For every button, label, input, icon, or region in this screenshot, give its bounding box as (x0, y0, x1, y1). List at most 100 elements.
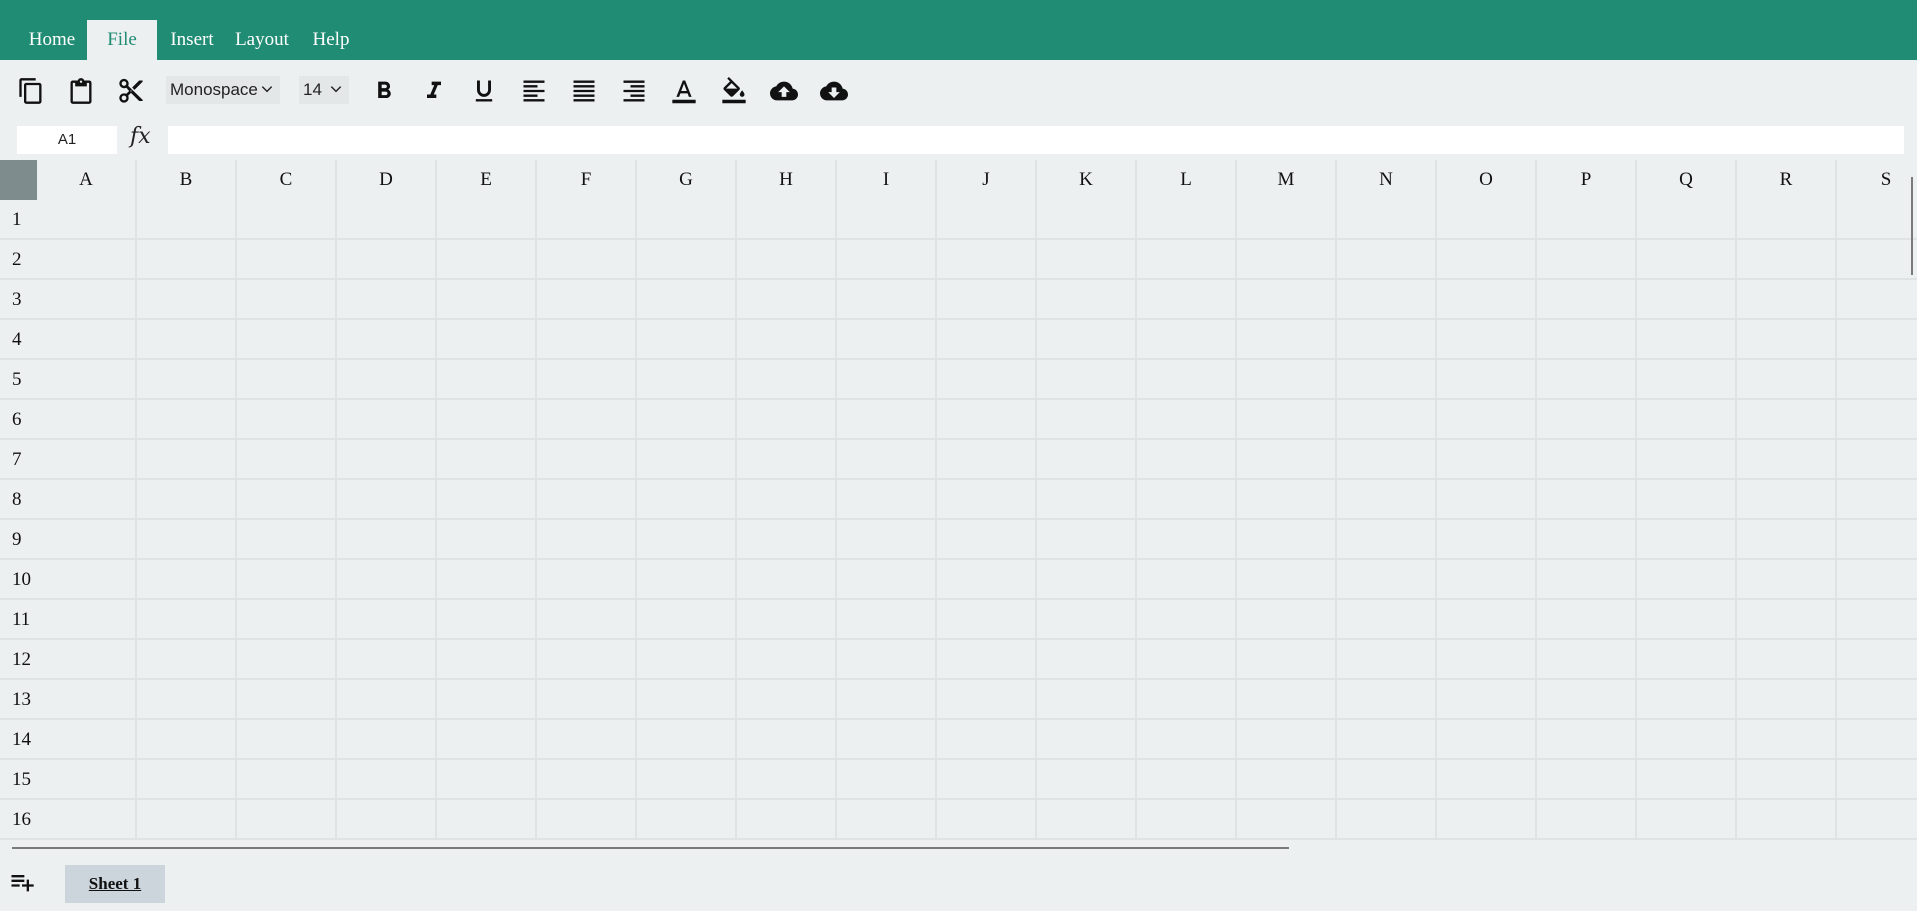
cell-q14[interactable] (1637, 720, 1737, 760)
cell-j15[interactable] (937, 760, 1037, 800)
cell-b15[interactable] (137, 760, 237, 800)
cell-d3[interactable] (337, 280, 437, 320)
cell-g15[interactable] (637, 760, 737, 800)
cell-l9[interactable] (1137, 520, 1237, 560)
cell-h11[interactable] (737, 600, 837, 640)
cell-d5[interactable] (337, 360, 437, 400)
cell-o4[interactable] (1437, 320, 1537, 360)
cell-s5[interactable] (1837, 360, 1917, 400)
bold-icon[interactable] (367, 74, 401, 108)
cell-o7[interactable] (1437, 440, 1537, 480)
cell-g16[interactable] (637, 800, 737, 840)
cell-h15[interactable] (737, 760, 837, 800)
cell-d6[interactable] (337, 400, 437, 440)
row-header-16[interactable]: 16 (0, 800, 37, 840)
cell-d9[interactable] (337, 520, 437, 560)
cell-k12[interactable] (1037, 640, 1137, 680)
cell-p15[interactable] (1537, 760, 1637, 800)
cell-m16[interactable] (1237, 800, 1337, 840)
cell-c13[interactable] (237, 680, 337, 720)
cell-a7[interactable] (37, 440, 137, 480)
cell-i1[interactable] (837, 200, 937, 240)
cell-e11[interactable] (437, 600, 537, 640)
cell-b5[interactable] (137, 360, 237, 400)
cell-l5[interactable] (1137, 360, 1237, 400)
cell-h14[interactable] (737, 720, 837, 760)
cell-q8[interactable] (1637, 480, 1737, 520)
copy-icon[interactable] (14, 74, 48, 108)
cell-g7[interactable] (637, 440, 737, 480)
sheet-tab[interactable]: Sheet 1 (65, 865, 165, 903)
cell-n16[interactable] (1337, 800, 1437, 840)
column-header-g[interactable]: G (637, 160, 737, 200)
cell-g11[interactable] (637, 600, 737, 640)
cell-n6[interactable] (1337, 400, 1437, 440)
column-header-d[interactable]: D (337, 160, 437, 200)
cell-i4[interactable] (837, 320, 937, 360)
cell-k4[interactable] (1037, 320, 1137, 360)
row-header-11[interactable]: 11 (0, 600, 37, 640)
cell-n1[interactable] (1337, 200, 1437, 240)
cell-r15[interactable] (1737, 760, 1837, 800)
cell-k14[interactable] (1037, 720, 1137, 760)
cell-c8[interactable] (237, 480, 337, 520)
cell-f3[interactable] (537, 280, 637, 320)
cell-s10[interactable] (1837, 560, 1917, 600)
cell-n5[interactable] (1337, 360, 1437, 400)
cell-m2[interactable] (1237, 240, 1337, 280)
cell-b14[interactable] (137, 720, 237, 760)
cell-n9[interactable] (1337, 520, 1437, 560)
cell-p7[interactable] (1537, 440, 1637, 480)
column-header-p[interactable]: P (1537, 160, 1637, 200)
horizontal-scrollbar[interactable] (12, 847, 1289, 849)
cell-c14[interactable] (237, 720, 337, 760)
cell-s14[interactable] (1837, 720, 1917, 760)
cell-h16[interactable] (737, 800, 837, 840)
cell-o3[interactable] (1437, 280, 1537, 320)
cell-o11[interactable] (1437, 600, 1537, 640)
column-header-k[interactable]: K (1037, 160, 1137, 200)
cell-l6[interactable] (1137, 400, 1237, 440)
cell-b16[interactable] (137, 800, 237, 840)
cell-b1[interactable] (137, 200, 237, 240)
cell-e12[interactable] (437, 640, 537, 680)
column-header-n[interactable]: N (1337, 160, 1437, 200)
cell-b9[interactable] (137, 520, 237, 560)
cell-s16[interactable] (1837, 800, 1917, 840)
cell-m13[interactable] (1237, 680, 1337, 720)
menu-layout[interactable]: Layout (228, 20, 296, 60)
align-right-icon[interactable] (617, 74, 651, 108)
cell-o8[interactable] (1437, 480, 1537, 520)
cell-m12[interactable] (1237, 640, 1337, 680)
cell-p3[interactable] (1537, 280, 1637, 320)
row-header-12[interactable]: 12 (0, 640, 37, 680)
cell-o2[interactable] (1437, 240, 1537, 280)
cell-a16[interactable] (37, 800, 137, 840)
cell-b3[interactable] (137, 280, 237, 320)
row-header-8[interactable]: 8 (0, 480, 37, 520)
cell-q15[interactable] (1637, 760, 1737, 800)
cell-b7[interactable] (137, 440, 237, 480)
cell-m8[interactable] (1237, 480, 1337, 520)
cell-c12[interactable] (237, 640, 337, 680)
cell-f2[interactable] (537, 240, 637, 280)
cell-n3[interactable] (1337, 280, 1437, 320)
cell-p11[interactable] (1537, 600, 1637, 640)
cell-i12[interactable] (837, 640, 937, 680)
cell-n7[interactable] (1337, 440, 1437, 480)
cell-b13[interactable] (137, 680, 237, 720)
row-header-7[interactable]: 7 (0, 440, 37, 480)
cell-k10[interactable] (1037, 560, 1137, 600)
cell-i8[interactable] (837, 480, 937, 520)
cell-e16[interactable] (437, 800, 537, 840)
cell-e13[interactable] (437, 680, 537, 720)
cell-j16[interactable] (937, 800, 1037, 840)
cell-f5[interactable] (537, 360, 637, 400)
cell-q1[interactable] (1637, 200, 1737, 240)
cell-i10[interactable] (837, 560, 937, 600)
cell-l12[interactable] (1137, 640, 1237, 680)
cell-s3[interactable] (1837, 280, 1917, 320)
cell-r11[interactable] (1737, 600, 1837, 640)
cell-f1[interactable] (537, 200, 637, 240)
cell-f14[interactable] (537, 720, 637, 760)
